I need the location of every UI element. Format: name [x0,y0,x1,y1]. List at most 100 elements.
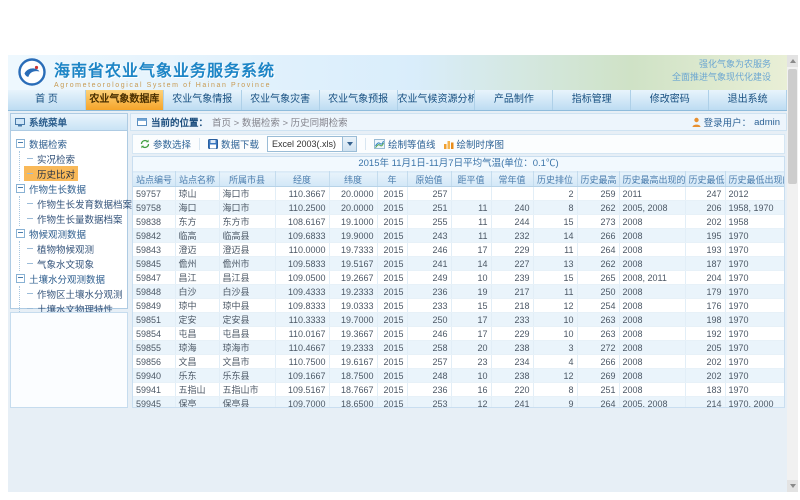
table-cell: 59845 [133,257,175,271]
table-cell: 17 [451,327,491,341]
table-cell: 109.6833 [275,229,329,243]
table-cell: 12 [533,299,577,313]
column-header: 站点编号 [133,172,175,187]
tree-group[interactable]: 物候观测数据 [16,226,125,241]
collapse-minus-icon[interactable] [16,184,25,193]
table-cell: 241 [491,397,533,409]
table-cell: 266 [577,229,619,243]
scrollbar-thumb[interactable] [788,69,797,184]
table-cell: 269 [577,369,619,383]
download-format-select[interactable]: Excel 2003(.xls) [267,136,357,152]
nav-tab-5[interactable]: 农业气象预报 [320,90,398,110]
table-cell: 11 [451,215,491,229]
table-cell: 206 [685,201,725,215]
nav-tab-4[interactable]: 农业气象灾害 [242,90,320,110]
table-cell: 59849 [133,299,175,313]
scroll-up-arrow[interactable] [787,55,798,67]
column-header: 历史最低出现的年份 [725,172,785,187]
table-cell: 205 [685,341,725,355]
table-cell: 266 [577,355,619,369]
table-cell: 19.3667 [329,327,377,341]
scroll-down-arrow[interactable] [787,480,798,492]
table-cell: 临高县 [219,229,275,243]
nav-tab-3[interactable]: 农业气象情报 [164,90,242,110]
table-cell: 2015 [377,355,407,369]
table-cell: 218 [491,299,533,313]
table-cell: 2008 [619,327,685,341]
table-cell: 238 [491,369,533,383]
table-cell: 233 [407,299,451,313]
table-cell: 2015 [377,215,407,229]
table-cell: 17 [451,243,491,257]
table-cell: 259 [577,187,619,201]
table-cell: 1970 [725,341,785,355]
table-cell: 233 [491,313,533,327]
table-cell: 昌江县 [219,271,275,285]
table-cell: 4 [533,355,577,369]
table-cell: 白沙 [175,285,219,299]
table-cell: 东方 [175,215,219,229]
params-refresh-icon [140,139,150,149]
collapse-minus-icon[interactable] [16,229,25,238]
param-select-button[interactable]: 参数选择 [140,137,191,151]
collapse-minus-icon[interactable] [16,139,25,148]
tree-item[interactable]: 作物生长发育数据档案 [24,196,135,211]
draw-isoline-button[interactable]: 绘制等值线 [374,137,436,151]
table-cell: 23 [451,355,491,369]
tree-item[interactable]: 历史比对 [24,166,78,181]
nav-tab-9[interactable]: 修改密码 [631,90,709,110]
sidebar-panel: 系统菜单 数据检索实况检索历史比对作物生长数据作物生长发育数据档案作物生长量数据… [10,113,128,309]
tree-item[interactable]: 作物生长量数据档案 [24,211,126,226]
table-cell: 236 [407,383,451,397]
tree-group[interactable]: 数据检索 [16,136,125,151]
draw-timeseries-button[interactable]: 绘制时序图 [444,137,505,151]
table-cell: 1970 [725,369,785,383]
table-cell: 14 [533,229,577,243]
table-cell: 五指山市 [219,383,275,397]
tree-item[interactable]: 植物物候观测 [24,241,97,256]
table-cell: 110.0000 [275,243,329,257]
nav-tab-8[interactable]: 指标管理 [553,90,631,110]
tree-group[interactable]: 土壤水分观测数据 [16,271,125,286]
logged-user-label: 登录用户： [704,115,752,129]
nav-tab-2[interactable]: 农业气象数据库 [86,90,164,110]
table-row: 59758海口海口市110.250020.0000201525111240826… [133,201,785,215]
table-cell: 15 [533,271,577,285]
tree-group[interactable]: 作物生长数据 [16,181,125,196]
page-scrollbar[interactable] [787,55,798,492]
table-cell: 18.7667 [329,383,377,397]
table-cell: 白沙县 [219,285,275,299]
table-cell: 11 [533,243,577,257]
table-row: 59838东方东方市108.616719.1000201525511244152… [133,215,785,229]
table-cell: 262 [577,201,619,215]
table-cell: 儋州 [175,257,219,271]
collapse-minus-icon[interactable] [16,274,25,283]
toolbar-separator [199,138,200,150]
data-download-button[interactable]: 数据下载 [208,137,259,151]
tree-item[interactable]: 作物区土壤水分观测 [24,286,126,301]
table-cell: 屯昌县 [219,327,275,341]
table-cell: 2008 [619,243,685,257]
banner-slogan: 强化气象为农服务 全面推进气象现代化建设 [672,58,771,84]
tree-item[interactable]: 气象水文现象 [24,256,97,271]
table-cell: 18.6500 [329,397,377,409]
select-dropdown-button[interactable] [342,137,356,151]
tree-item[interactable]: 实况检索 [24,151,78,166]
table-cell: 59945 [133,397,175,409]
nav-tab-10[interactable]: 退出系统 [709,90,787,110]
nav-tab-6[interactable]: 农业气候资源分析 [398,90,476,110]
table-cell: 10 [451,369,491,383]
table-cell: 10 [533,327,577,341]
nav-tab-7[interactable]: 产品制作 [475,90,553,110]
table-cell: 249 [407,271,451,285]
breadcrumb[interactable]: 首页 > 数据检索 > 历史同期检索 [212,115,348,129]
table-cell: 2015 [377,257,407,271]
table-cell: 1958, 1970 [725,201,785,215]
table-cell: 1970 [725,243,785,257]
table-cell: 244 [491,215,533,229]
table-cell: 250 [407,313,451,327]
table-cell: 59854 [133,327,175,341]
table-cell: 儋州市 [219,257,275,271]
table-cell: 20.0000 [329,187,377,201]
nav-tab-1[interactable]: 首 页 [8,90,86,110]
